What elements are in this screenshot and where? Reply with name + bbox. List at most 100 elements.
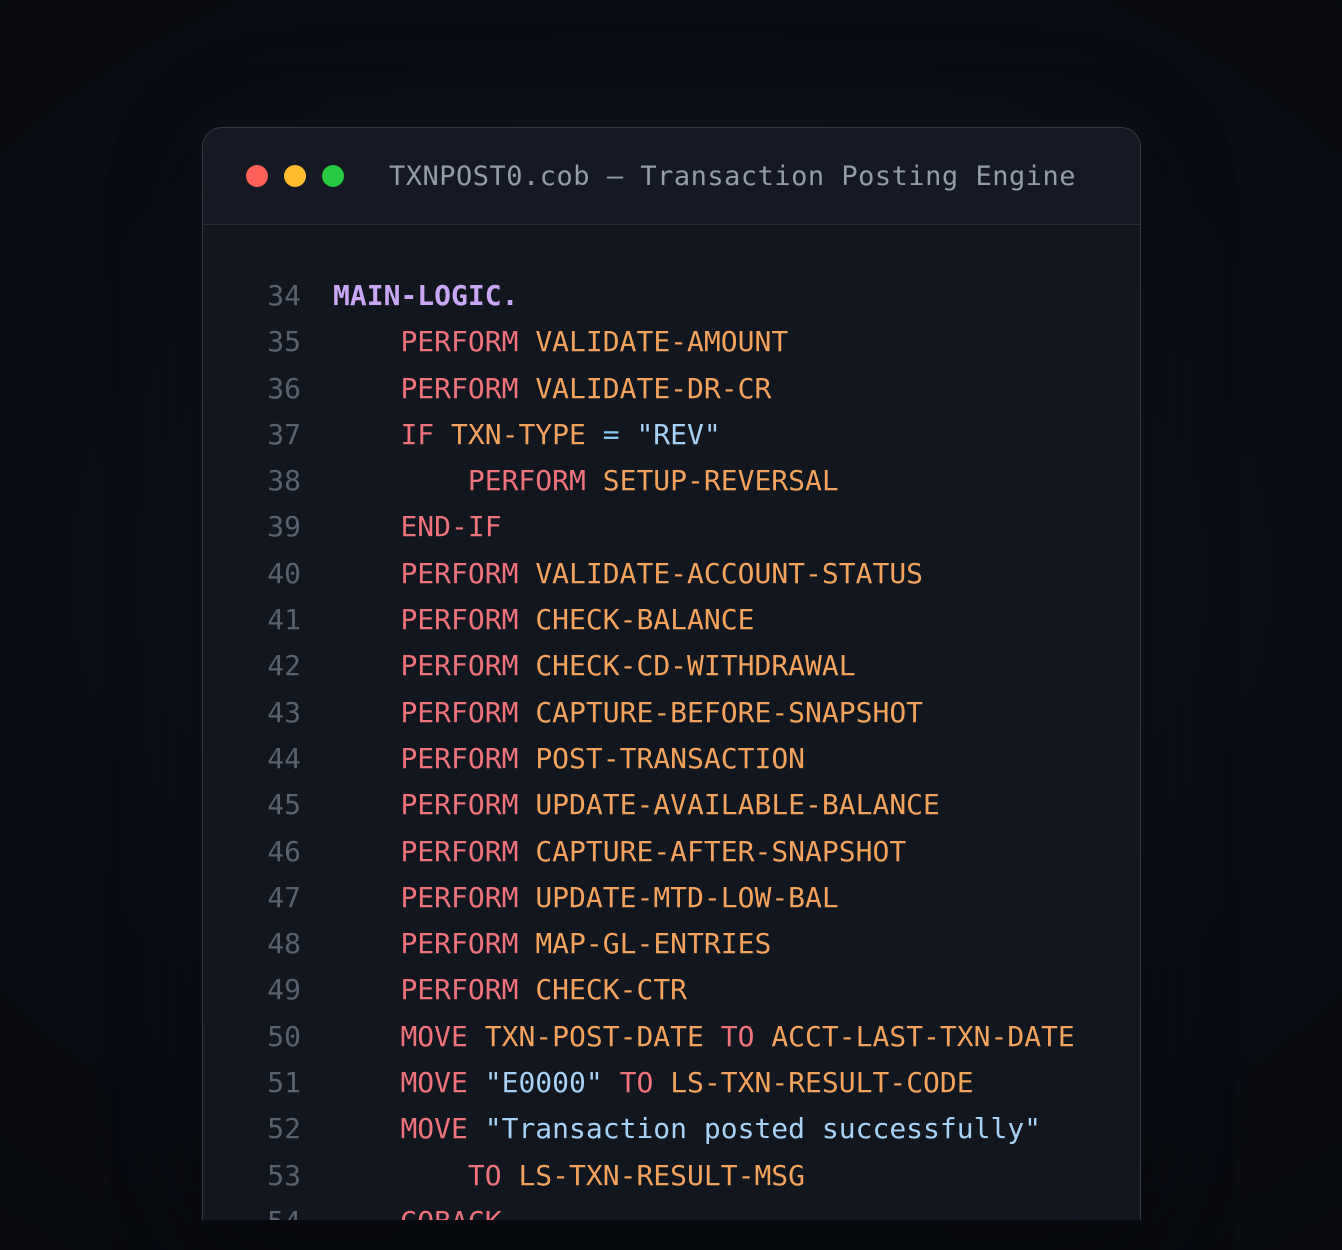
- code-token-kw: PERFORM: [400, 788, 518, 821]
- code-token-kw: PERFORM: [400, 372, 518, 405]
- line-number: 37: [203, 412, 301, 458]
- code-token-ws: [333, 881, 400, 914]
- code-line-content: PERFORM VALIDATE-AMOUNT: [333, 319, 788, 365]
- code-token-ws: [754, 1020, 771, 1053]
- code-line-content: PERFORM MAP-GL-ENTRIES: [333, 921, 771, 967]
- code-line: 47 PERFORM UPDATE-MTD-LOW-BAL: [203, 875, 1140, 921]
- code-token-kw: PERFORM: [400, 649, 518, 682]
- code-token-ws: [502, 1159, 519, 1192]
- code-line: 51 MOVE "E0000" TO LS-TXN-RESULT-CODE: [203, 1060, 1140, 1106]
- code-token-ws: [333, 557, 400, 590]
- code-line-content: PERFORM CAPTURE-BEFORE-SNAPSHOT: [333, 690, 923, 736]
- code-token-id: LS-TXN-RESULT-CODE: [670, 1066, 973, 1099]
- code-line-content: PERFORM CHECK-CD-WITHDRAWAL: [333, 643, 856, 689]
- code-line: 36 PERFORM VALIDATE-DR-CR: [203, 366, 1140, 412]
- code-token-ws: [518, 973, 535, 1006]
- code-token-ws: [518, 742, 535, 775]
- code-token-str: "REV": [636, 418, 720, 451]
- window-title: TXNPOST0.cob — Transaction Posting Engin…: [389, 161, 1076, 192]
- editor-window: TXNPOST0.cob — Transaction Posting Engin…: [202, 127, 1141, 1220]
- code-line-content: PERFORM POST-TRANSACTION: [333, 736, 805, 782]
- code-token-kw: TO: [721, 1020, 755, 1053]
- code-token-id: CHECK-CD-WITHDRAWAL: [535, 649, 855, 682]
- code-token-ws: [333, 1159, 468, 1192]
- code-line: 35 PERFORM VALIDATE-AMOUNT: [203, 319, 1140, 365]
- code-token-kw: MOVE: [400, 1020, 467, 1053]
- line-number: 44: [203, 736, 301, 782]
- code-token-ws: [468, 1066, 485, 1099]
- code-token-id: CHECK-CTR: [535, 973, 687, 1006]
- code-token-ws: [333, 649, 400, 682]
- code-token-ws: [518, 788, 535, 821]
- desktop-background: TXNPOST0.cob — Transaction Posting Engin…: [0, 0, 1342, 1250]
- code-token-ws: [333, 835, 400, 868]
- code-line-content: PERFORM SETUP-REVERSAL: [333, 458, 839, 504]
- code-token-id: VALIDATE-AMOUNT: [535, 325, 788, 358]
- traffic-lights: [246, 165, 344, 187]
- close-button[interactable]: [246, 165, 268, 187]
- code-token-ws: [333, 1112, 400, 1145]
- code-token-ws: [434, 418, 451, 451]
- code-line-content: PERFORM UPDATE-MTD-LOW-BAL: [333, 875, 839, 921]
- code-token-ws: [586, 464, 603, 497]
- code-line: 53 TO LS-TXN-RESULT-MSG: [203, 1153, 1140, 1199]
- line-number: 34: [203, 273, 301, 319]
- code-line-content: END-IF: [333, 504, 502, 550]
- window-titlebar[interactable]: TXNPOST0.cob — Transaction Posting Engin…: [203, 128, 1140, 225]
- code-token-ws: [333, 464, 468, 497]
- line-number: 39: [203, 504, 301, 550]
- line-number: 48: [203, 921, 301, 967]
- code-token-ws: [518, 557, 535, 590]
- code-token-id: CAPTURE-AFTER-SNAPSHOT: [535, 835, 906, 868]
- line-number: 50: [203, 1014, 301, 1060]
- code-token-ws: [518, 881, 535, 914]
- code-line: 34 MAIN-LOGIC.: [203, 273, 1140, 319]
- line-number: 51: [203, 1060, 301, 1106]
- code-line: 52 MOVE "Transaction posted successfully…: [203, 1106, 1140, 1152]
- line-number: 45: [203, 782, 301, 828]
- code-editor[interactable]: 34MAIN-LOGIC.35 PERFORM VALIDATE-AMOUNT3…: [203, 225, 1140, 1220]
- line-number: 42: [203, 643, 301, 689]
- code-token-kw: PERFORM: [400, 927, 518, 960]
- code-token-kw: TO: [620, 1066, 654, 1099]
- line-number: 52: [203, 1106, 301, 1152]
- code-token-kw: MOVE: [400, 1112, 467, 1145]
- code-token-ws: [518, 603, 535, 636]
- code-token-kw: GOBACK: [400, 1205, 501, 1220]
- code-token-str: "Transaction posted successfully": [485, 1112, 1041, 1145]
- code-token-ws: [586, 418, 603, 451]
- code-token-ws: [333, 973, 400, 1006]
- code-token-id: VALIDATE-ACCOUNT-STATUS: [535, 557, 923, 590]
- minimize-button[interactable]: [284, 165, 306, 187]
- code-line: 48 PERFORM MAP-GL-ENTRIES: [203, 921, 1140, 967]
- code-line: 54 GOBACK: [203, 1199, 1140, 1220]
- code-token-ws: [468, 1020, 485, 1053]
- code-token-id: ACCT-LAST-TXN-DATE: [771, 1020, 1074, 1053]
- code-line: 46 PERFORM CAPTURE-AFTER-SNAPSHOT: [203, 829, 1140, 875]
- code-token-kw: TO: [468, 1159, 502, 1192]
- code-token-kw: PERFORM: [400, 325, 518, 358]
- line-number: 38: [203, 458, 301, 504]
- code-line-content: PERFORM CHECK-BALANCE: [333, 597, 754, 643]
- code-token-kw: END-IF: [400, 510, 501, 543]
- code-line-content: IF TXN-TYPE = "REV": [333, 412, 721, 458]
- line-number: 47: [203, 875, 301, 921]
- line-number: 43: [203, 690, 301, 736]
- code-token-id: CHECK-BALANCE: [535, 603, 754, 636]
- zoom-button[interactable]: [322, 165, 344, 187]
- code-token-ws: [518, 325, 535, 358]
- code-line: 41 PERFORM CHECK-BALANCE: [203, 597, 1140, 643]
- code-line-content: TO LS-TXN-RESULT-MSG: [333, 1153, 805, 1199]
- code-token-id: VALIDATE-DR-CR: [535, 372, 771, 405]
- code-token-ws: [333, 1205, 400, 1220]
- code-line: 50 MOVE TXN-POST-DATE TO ACCT-LAST-TXN-D…: [203, 1014, 1140, 1060]
- code-token-sec: MAIN-LOGIC.: [333, 279, 518, 312]
- code-token-id: TXN-TYPE: [451, 418, 586, 451]
- code-line-content: MAIN-LOGIC.: [333, 273, 518, 319]
- code-token-op: =: [603, 418, 620, 451]
- code-token-kw: PERFORM: [400, 973, 518, 1006]
- code-token-ws: [333, 418, 400, 451]
- code-token-ws: [518, 372, 535, 405]
- line-number: 46: [203, 829, 301, 875]
- line-number: 35: [203, 319, 301, 365]
